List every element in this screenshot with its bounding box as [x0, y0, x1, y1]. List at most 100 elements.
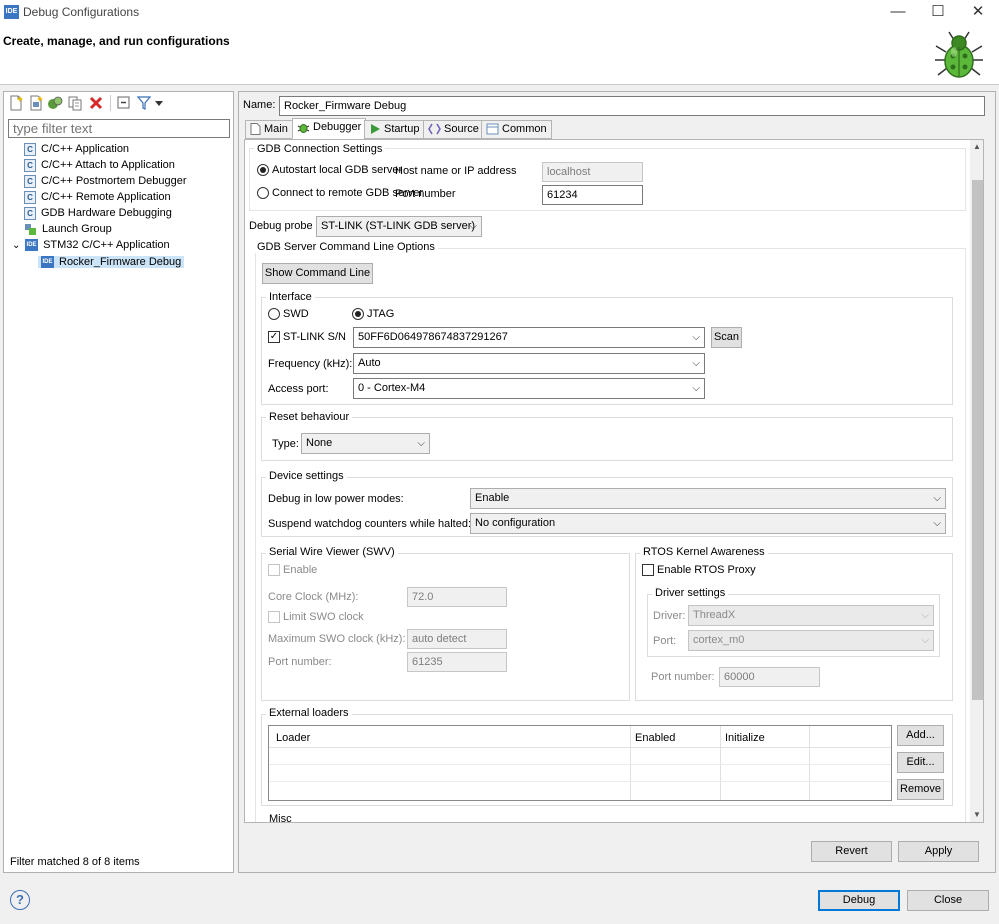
- edit-loader-button[interactable]: Edit...: [897, 752, 944, 773]
- ide-config-icon: IDE: [41, 256, 54, 269]
- tab-common[interactable]: Common: [481, 120, 552, 139]
- apply-button[interactable]: Apply: [898, 841, 979, 862]
- tree-item-cpp-attach[interactable]: C C/C++ Attach to Application: [24, 157, 175, 173]
- startup-tab-icon: [371, 124, 380, 135]
- debug-probe-select[interactable]: ST-LINK (ST-LINK GDB server) ⌵: [316, 216, 482, 237]
- close-window-button[interactable]: ✕: [958, 0, 998, 24]
- column-divider: [809, 726, 810, 800]
- rtos-port-number-input[interactable]: 60000: [719, 667, 820, 687]
- reset-type-label: Type:: [272, 438, 299, 450]
- tree-item-cpp-remote[interactable]: C C/C++ Remote Application: [24, 189, 171, 205]
- source-tab-icon: [428, 123, 441, 135]
- tree-item-cpp-application[interactable]: C C/C++ Application: [24, 141, 129, 157]
- duplicate-icon[interactable]: [67, 95, 83, 111]
- revert-button[interactable]: Revert: [811, 841, 892, 862]
- tab-main[interactable]: Main: [245, 120, 293, 139]
- max-swo-input[interactable]: auto detect: [407, 629, 507, 649]
- rtos-port-number-label: Port number:: [651, 671, 715, 683]
- tab-startup[interactable]: Startup: [364, 120, 425, 139]
- new-prototype-icon[interactable]: [28, 95, 44, 111]
- row-divider: [269, 781, 891, 782]
- tree-item-cpp-postmortem[interactable]: C C/C++ Postmortem Debugger: [24, 173, 187, 189]
- column-header-loader[interactable]: Loader: [276, 732, 310, 744]
- reset-type-select[interactable]: None ⌵: [301, 433, 430, 454]
- access-port-select[interactable]: 0 - Cortex-M4 ⌵: [353, 378, 705, 399]
- tab-source[interactable]: Source: [423, 120, 484, 139]
- scroll-down-icon[interactable]: ▼: [973, 810, 981, 819]
- misc-title: Misc: [266, 813, 295, 822]
- chevron-down-icon: ⌵: [933, 493, 941, 504]
- column-header-enabled[interactable]: Enabled: [635, 732, 675, 744]
- access-port-label: Access port:: [268, 383, 329, 395]
- max-swo-label: Maximum SWO clock (kHz):: [268, 633, 406, 645]
- watchdog-label: Suspend watchdog counters while halted:: [268, 518, 472, 530]
- limit-swo-checkbox[interactable]: Limit SWO clock: [268, 611, 364, 624]
- scroll-up-icon[interactable]: ▲: [973, 142, 981, 151]
- radio-unselected-icon: [268, 308, 280, 321]
- chevron-down-icon: ⌵: [469, 221, 477, 232]
- swv-port-input[interactable]: 61235: [407, 652, 507, 672]
- port-input[interactable]: 61234: [542, 185, 643, 205]
- dialog-header: Create, manage, and run configurations: [0, 25, 999, 85]
- remove-loader-button[interactable]: Remove: [897, 779, 944, 800]
- scan-button[interactable]: Scan: [711, 327, 742, 348]
- interface-title: Interface: [266, 291, 315, 303]
- swd-radio[interactable]: SWD: [268, 308, 309, 321]
- filter-input[interactable]: [8, 119, 230, 138]
- rtos-port-label: Port:: [653, 635, 677, 647]
- delete-icon[interactable]: [88, 95, 104, 111]
- rtos-port-select[interactable]: cortex_m0 ⌵: [688, 630, 934, 651]
- jtag-radio[interactable]: JTAG: [352, 308, 394, 321]
- tree-item-stm32-application[interactable]: ⌄ IDE STM32 C/C++ Application: [12, 237, 170, 253]
- driver-settings-title: Driver settings: [652, 587, 729, 599]
- debug-button[interactable]: Debug: [818, 890, 900, 911]
- ide-config-icon: IDE: [25, 239, 39, 252]
- host-input[interactable]: localhost: [542, 162, 643, 182]
- view-menu-icon[interactable]: [154, 95, 164, 111]
- swv-title: Serial Wire Viewer (SWV): [266, 546, 398, 558]
- expand-chevron-icon[interactable]: ⌄: [12, 238, 22, 254]
- c-config-icon: C: [24, 190, 36, 204]
- swv-port-label: Port number:: [268, 656, 332, 668]
- autostart-radio[interactable]: Autostart local GDB server: [257, 164, 402, 177]
- collapse-all-icon[interactable]: [116, 95, 132, 111]
- debugger-tab-icon: [297, 123, 310, 133]
- swv-enable-checkbox[interactable]: Enable: [268, 564, 317, 577]
- radio-selected-icon: [352, 308, 364, 321]
- scrollbar-thumb[interactable]: [972, 180, 983, 700]
- export-icon[interactable]: [47, 95, 63, 111]
- column-header-initialize[interactable]: Initialize: [725, 732, 765, 744]
- checkmark-icon: ✓: [268, 331, 280, 344]
- chevron-down-icon: ⌵: [921, 635, 929, 646]
- tree-item-launch-group[interactable]: Launch Group: [24, 221, 112, 237]
- driver-select[interactable]: ThreadX ⌵: [688, 605, 934, 626]
- core-clock-label: Core Clock (MHz):: [268, 591, 359, 603]
- chevron-down-icon: ⌵: [933, 518, 941, 529]
- external-loaders-table[interactable]: Loader Enabled Initialize: [268, 725, 892, 801]
- stlink-sn-select[interactable]: 50FF6D064978674837291267 ⌵: [353, 327, 705, 348]
- radio-selected-icon: [257, 164, 269, 177]
- low-power-select[interactable]: Enable ⌵: [470, 488, 946, 509]
- minimize-button[interactable]: —: [878, 0, 918, 24]
- column-divider: [630, 726, 631, 800]
- rtos-proxy-checkbox[interactable]: Enable RTOS Proxy: [642, 564, 756, 577]
- maximize-button[interactable]: ☐: [918, 0, 958, 24]
- stlink-sn-checkbox[interactable]: ✓ ST-LINK S/N: [268, 331, 346, 344]
- app-icon: IDE: [4, 5, 19, 19]
- frequency-select[interactable]: Auto ⌵: [353, 353, 705, 374]
- watchdog-select[interactable]: No configuration ⌵: [470, 513, 946, 534]
- tree-item-rocker-firmware-debug[interactable]: IDE Rocker_Firmware Debug: [38, 254, 185, 270]
- new-config-icon[interactable]: [8, 95, 24, 111]
- close-button[interactable]: Close: [907, 890, 989, 911]
- core-clock-input[interactable]: 72.0: [407, 587, 507, 607]
- show-command-line-button[interactable]: Show Command Line: [262, 263, 373, 284]
- content-scrollbar[interactable]: ▲ ▼: [970, 140, 983, 822]
- name-input[interactable]: Rocker_Firmware Debug: [279, 96, 985, 116]
- debugger-tab-content: GDB Connection Settings Autostart local …: [244, 139, 984, 823]
- device-settings-title: Device settings: [266, 470, 347, 482]
- filter-icon[interactable]: [136, 95, 152, 111]
- tree-item-gdb-hardware[interactable]: C GDB Hardware Debugging: [24, 205, 172, 221]
- add-loader-button[interactable]: Add...: [897, 725, 944, 746]
- tab-debugger[interactable]: Debugger: [292, 118, 367, 139]
- help-icon[interactable]: ?: [10, 890, 30, 910]
